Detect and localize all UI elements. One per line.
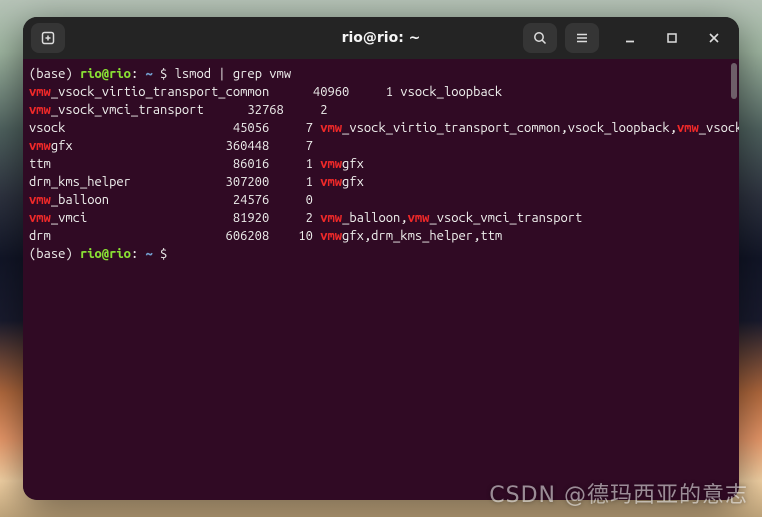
- terminal-window: rio@rio: ~ (base) rio@rio: ~ $ lsmod | g…: [23, 17, 739, 500]
- terminal-line: (base) rio@rio: ~ $: [29, 245, 735, 263]
- terminal-line: vmw_vsock_vmci_transport 32768 2: [29, 101, 735, 119]
- terminal-line: vmw_balloon 24576 0: [29, 191, 735, 209]
- minimize-button[interactable]: [613, 23, 647, 53]
- scrollbar-thumb[interactable]: [731, 63, 737, 99]
- terminal-body[interactable]: (base) rio@rio: ~ $ lsmod | grep vmwvmw_…: [23, 59, 739, 500]
- terminal-output: (base) rio@rio: ~ $ lsmod | grep vmwvmw_…: [29, 65, 735, 263]
- titlebar: rio@rio: ~: [23, 17, 739, 59]
- terminal-line: ttm 86016 1 vmwgfx: [29, 155, 735, 173]
- terminal-line: (base) rio@rio: ~ $ lsmod | grep vmw: [29, 65, 735, 83]
- terminal-line: drm_kms_helper 307200 1 vmwgfx: [29, 173, 735, 191]
- terminal-line: vmw_vsock_virtio_transport_common 40960 …: [29, 83, 735, 101]
- search-button[interactable]: [523, 23, 557, 53]
- terminal-line: vsock 45056 7 vmw_vsock_virtio_transport…: [29, 119, 735, 137]
- terminal-line: drm 606208 10 vmwgfx,drm_kms_helper,ttm: [29, 227, 735, 245]
- maximize-button[interactable]: [655, 23, 689, 53]
- desktop-background: rio@rio: ~ (base) rio@rio: ~ $ lsmod | g…: [0, 0, 762, 517]
- hamburger-menu-button[interactable]: [565, 23, 599, 53]
- terminal-line: vmw_vmci 81920 2 vmw_balloon,vmw_vsock_v…: [29, 209, 735, 227]
- new-tab-button[interactable]: [31, 23, 65, 53]
- close-button[interactable]: [697, 23, 731, 53]
- terminal-line: vmwgfx 360448 7: [29, 137, 735, 155]
